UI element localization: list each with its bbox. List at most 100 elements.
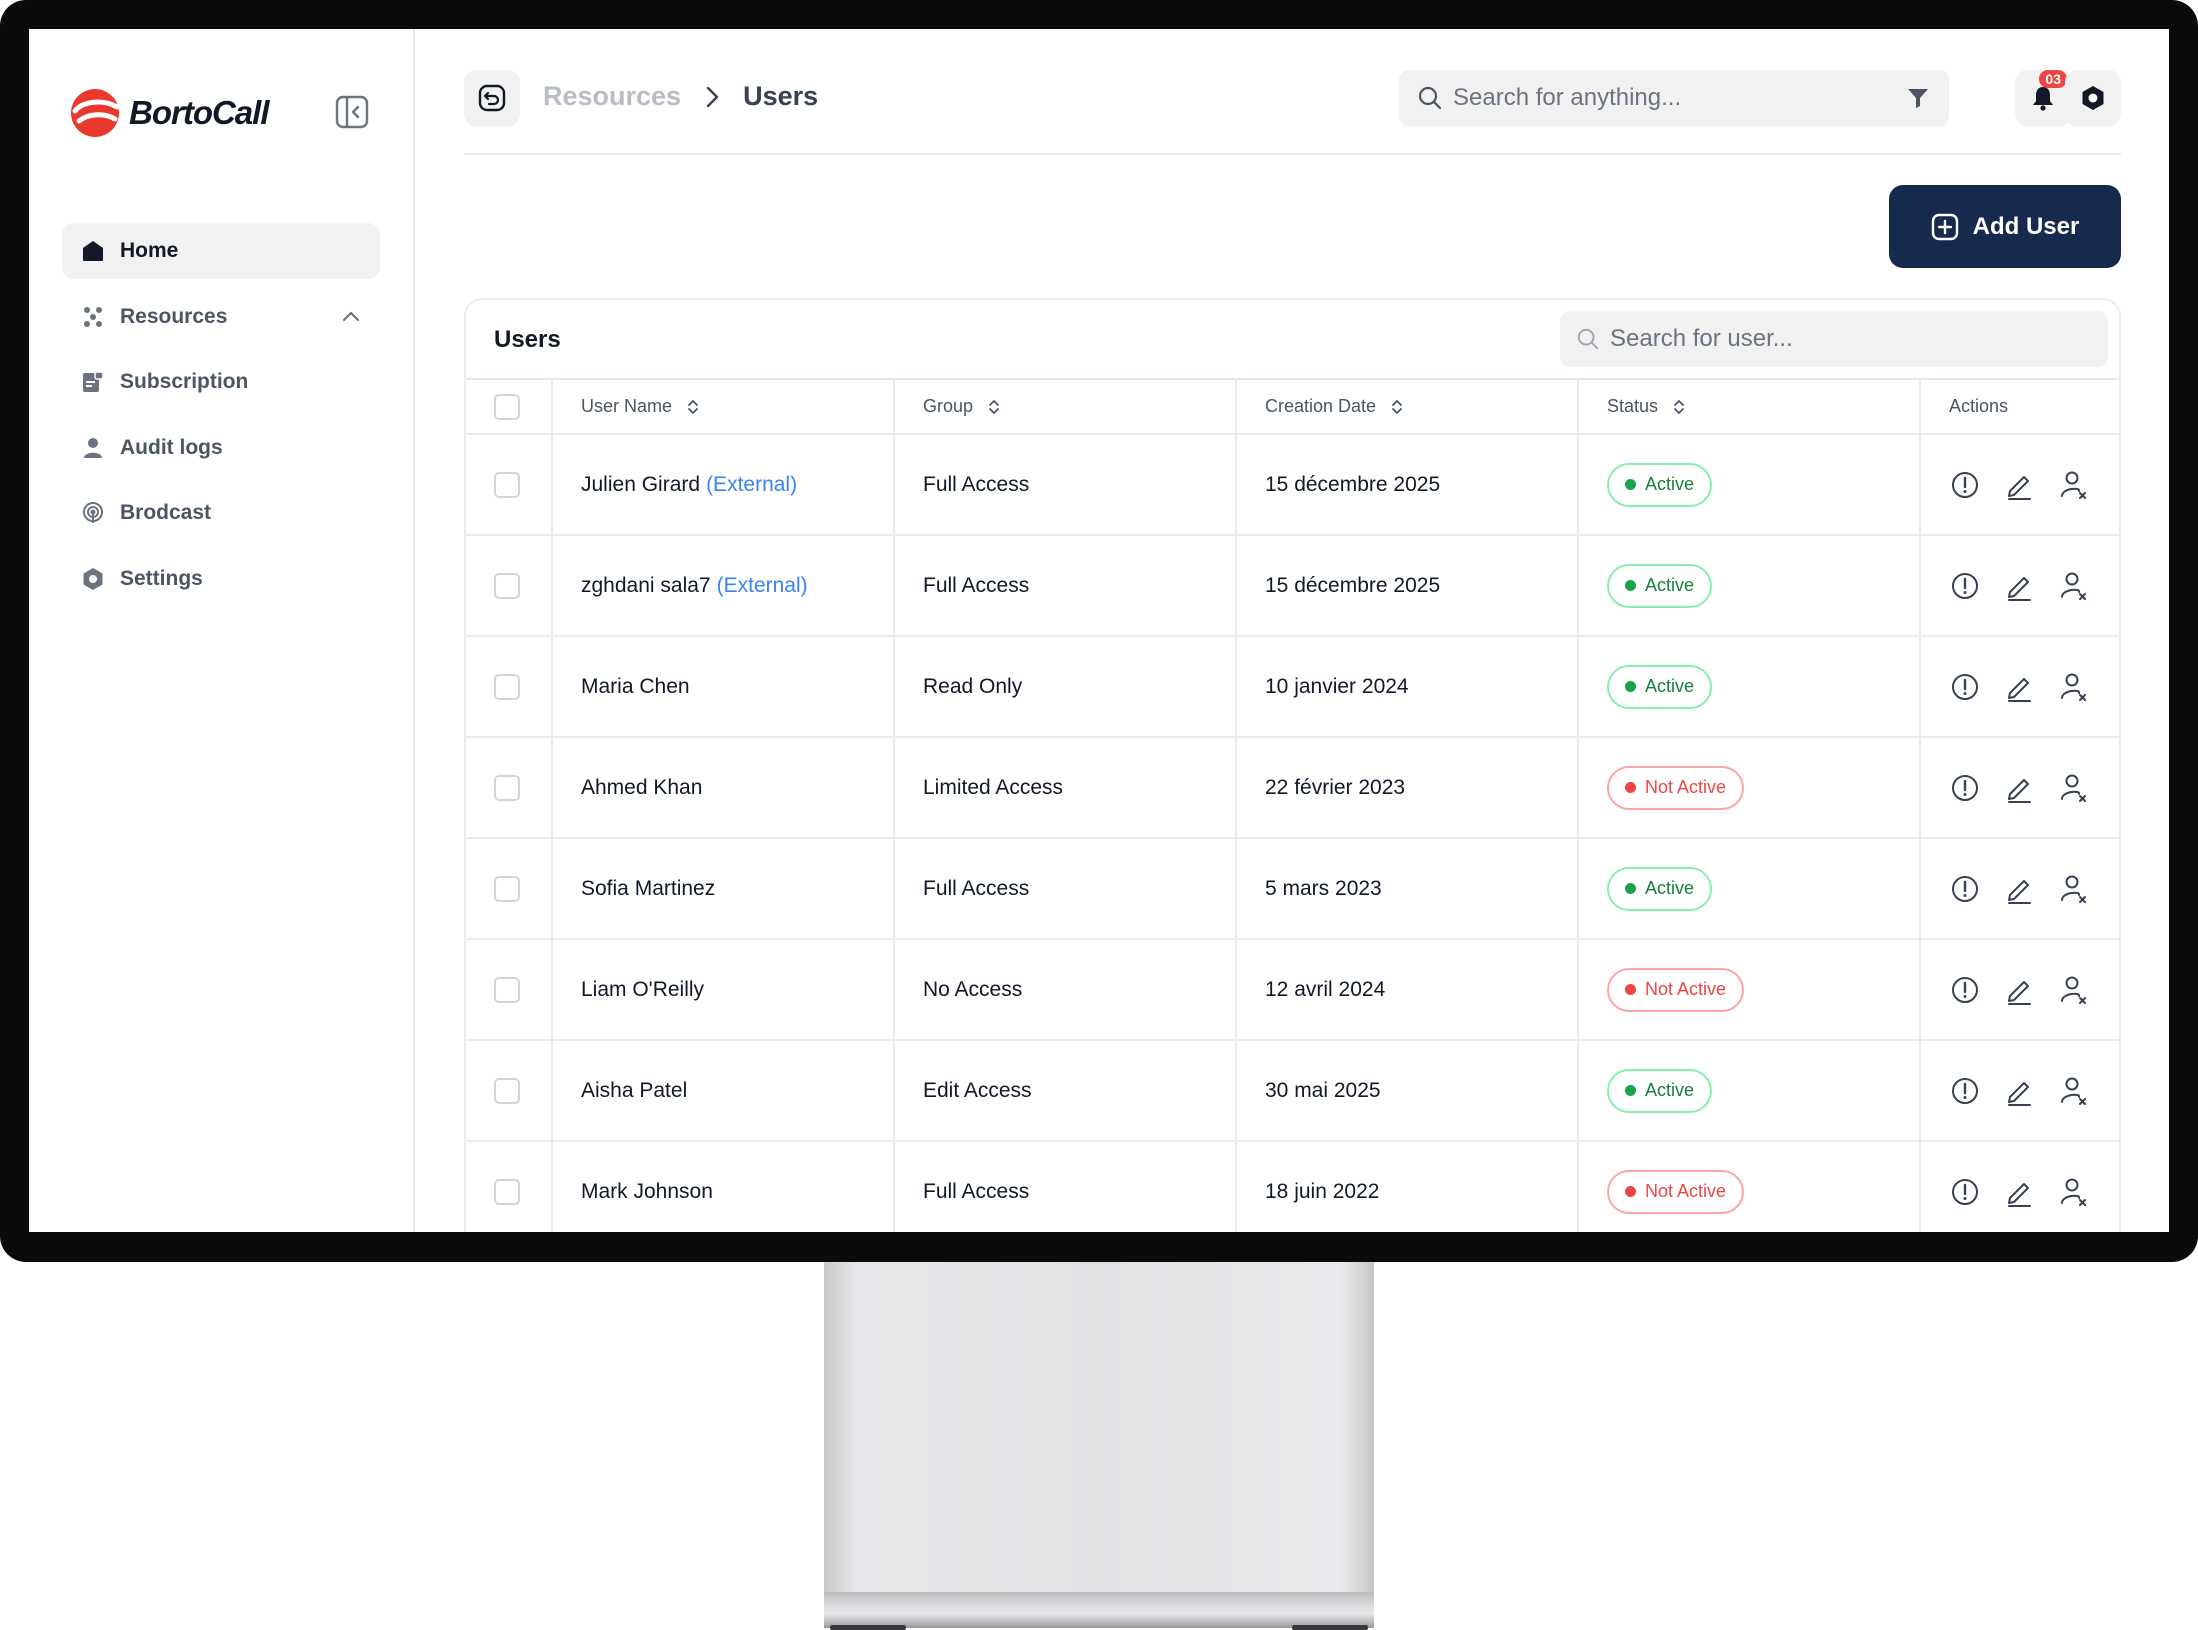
user-name[interactable]: Sofia Martinez [581, 877, 715, 900]
sidebar-item-home[interactable]: Home [62, 223, 380, 279]
actions-cell [1920, 737, 2119, 839]
status-cell: Not Active [1578, 939, 1921, 1041]
sidebar-item-audit-logs[interactable]: Audit logs [62, 420, 380, 476]
select-all-checkbox[interactable] [494, 393, 520, 420]
row-checkbox[interactable] [494, 976, 520, 1003]
user-name[interactable]: Ahmed Khan [581, 776, 702, 799]
user-icon [80, 435, 106, 461]
user-name[interactable]: Maria Chen [581, 675, 690, 698]
remove-user-icon[interactable] [2057, 974, 2089, 1006]
add-user-button[interactable]: Add User [1889, 185, 2121, 268]
remove-user-icon[interactable] [2057, 469, 2089, 501]
remove-user-icon[interactable] [2057, 671, 2089, 703]
row-actions [1949, 1176, 2119, 1208]
row-actions [1949, 671, 2119, 703]
row-select-cell [466, 838, 553, 940]
column-header-status[interactable]: Status [1578, 379, 1921, 435]
info-icon[interactable] [1949, 570, 1981, 602]
brand-logo[interactable]: BortoCall [69, 87, 269, 139]
breadcrumb-parent[interactable]: Resources [543, 81, 681, 112]
table-row[interactable]: Ahmed Khan Limited Access 22 février 2023 N… [466, 737, 2119, 839]
status-cell: Active [1578, 838, 1921, 940]
row-select-cell [466, 636, 553, 738]
column-header-actions: Actions [1920, 379, 2119, 435]
row-checkbox[interactable] [494, 1077, 520, 1104]
edit-icon[interactable] [2003, 570, 2035, 602]
user-name-cell: Sofia Martinez [552, 838, 895, 940]
edit-icon[interactable] [2003, 772, 2035, 804]
settings-button[interactable] [2065, 70, 2121, 126]
table-row[interactable]: Sofia Martinez Full Access 5 mars 2023 Acti… [466, 838, 2119, 940]
sidebar-item-label: Subscription [120, 370, 249, 393]
table-row[interactable]: zghdani sala7 (External) Full Access 15 déc… [466, 535, 2119, 637]
row-select-cell [466, 434, 553, 536]
user-name-cell: Liam O'Reilly [552, 939, 895, 1041]
chevron-up-icon[interactable] [340, 306, 362, 328]
row-checkbox[interactable] [494, 572, 520, 599]
user-name[interactable]: Julien Girard [581, 473, 700, 496]
info-icon[interactable] [1949, 974, 1981, 1006]
user-search-input[interactable]: Search for user... [1560, 311, 2108, 367]
global-search-input[interactable]: Search for anything... [1399, 70, 1949, 126]
table-row[interactable]: Mark Johnson Full Access 18 juin 2022 Not A… [466, 1141, 2119, 1232]
filter-icon[interactable] [1905, 85, 1931, 111]
sidebar-item-broadcast[interactable]: Brodcast [62, 485, 380, 541]
remove-user-icon[interactable] [2057, 1176, 2089, 1208]
row-checkbox[interactable] [494, 1178, 520, 1205]
info-icon[interactable] [1949, 671, 1981, 703]
sort-icon[interactable] [1388, 398, 1406, 416]
sidebar-item-settings[interactable]: Settings [62, 551, 380, 607]
edit-icon[interactable] [2003, 974, 2035, 1006]
remove-user-icon[interactable] [2057, 1075, 2089, 1107]
row-checkbox[interactable] [494, 875, 520, 902]
column-header-group[interactable]: Group [894, 379, 1237, 435]
info-icon[interactable] [1949, 873, 1981, 905]
user-name[interactable]: zghdani sala7 [581, 574, 711, 597]
row-checkbox[interactable] [494, 774, 520, 801]
creation-date-value: 5 mars 2023 [1265, 876, 1382, 900]
status-cell: Active [1578, 636, 1921, 738]
table-row[interactable]: Julien Girard (External) Full Access 15 déc… [466, 434, 2119, 536]
external-tag: (External) [716, 573, 808, 597]
info-icon[interactable] [1949, 1176, 1981, 1208]
edit-icon[interactable] [2003, 469, 2035, 501]
info-icon[interactable] [1949, 469, 1981, 501]
select-all-cell [466, 379, 553, 435]
table-row[interactable]: Maria Chen Read Only 10 janvier 2024 Active [466, 636, 2119, 738]
sidebar-collapse-icon[interactable] [335, 95, 369, 129]
user-name[interactable]: Mark Johnson [581, 1180, 713, 1203]
row-checkbox[interactable] [494, 471, 520, 498]
status-label: Active [1645, 676, 1695, 696]
table-row[interactable]: Liam O'Reilly No Access 12 avril 2024 Not A… [466, 939, 2119, 1041]
row-checkbox[interactable] [494, 673, 520, 700]
remove-user-icon[interactable] [2057, 772, 2089, 804]
edit-icon[interactable] [2003, 1075, 2035, 1107]
table-row[interactable]: Aisha Patel Edit Access 30 mai 2025 Active [466, 1040, 2119, 1142]
sort-icon[interactable] [1670, 398, 1688, 416]
info-icon[interactable] [1949, 772, 1981, 804]
sidebar-item-subscription[interactable]: Subscription [62, 354, 380, 410]
status-cell: Active [1578, 535, 1921, 637]
breadcrumb-current: Users [743, 81, 819, 111]
edit-icon[interactable] [2003, 671, 2035, 703]
back-button[interactable] [464, 70, 520, 126]
user-name[interactable]: Aisha Patel [581, 1079, 687, 1102]
edit-icon[interactable] [2003, 873, 2035, 905]
gear-icon [2082, 86, 2104, 110]
column-header-user-name[interactable]: User Name [552, 379, 895, 435]
creation-date-value: 15 décembre 2025 [1265, 472, 1441, 496]
sort-icon[interactable] [985, 398, 1003, 416]
actions-cell [1920, 434, 2119, 536]
actions-cell [1920, 1141, 2119, 1232]
row-select-cell [466, 1040, 553, 1142]
sidebar-item-resources[interactable]: Resources [62, 289, 380, 345]
edit-icon[interactable] [2003, 1176, 2035, 1208]
remove-user-icon[interactable] [2057, 873, 2089, 905]
user-name[interactable]: Liam O'Reilly [581, 978, 704, 1001]
notifications-button[interactable]: 03 [2015, 70, 2071, 126]
column-header-creation-date[interactable]: Creation Date [1236, 379, 1579, 435]
info-icon[interactable] [1949, 1075, 1981, 1107]
sort-icon[interactable] [684, 398, 702, 416]
column-label: Creation Date [1265, 396, 1377, 416]
remove-user-icon[interactable] [2057, 570, 2089, 602]
